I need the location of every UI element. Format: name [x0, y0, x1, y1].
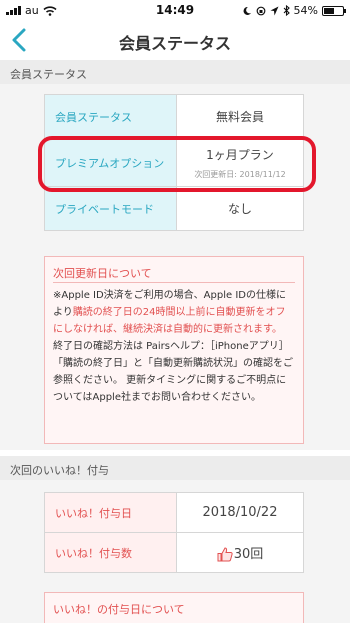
orientation-lock-icon [256, 6, 265, 15]
table-row: 会員ステータス 無料会員 [44, 94, 304, 139]
location-icon [270, 6, 279, 15]
notice-body: ※Apple ID決済をご利用の場合、Apple IDの仕様により購読の終了日の… [53, 287, 295, 406]
row-label: いいね！付与数 [44, 532, 177, 573]
section-header-next-like-grant: 次回のいいね！付与 [0, 456, 350, 480]
moon-icon [243, 6, 251, 15]
renewal-notice-box: 次回更新日について ※Apple ID決済をご利用の場合、Apple IDの仕様… [44, 256, 304, 444]
battery-percent: 54% [293, 4, 318, 17]
row-label: プライベートモード [44, 186, 177, 231]
like-count-value: 30回 [176, 532, 304, 573]
table-row: プライベートモード なし [44, 186, 304, 231]
like-grant-table: いいね！付与日 2018/10/22 いいね！付与数 30回 [44, 492, 304, 573]
row-value: 無料会員 [176, 94, 304, 139]
table-row: いいね！付与数 30回 [44, 532, 304, 573]
page-title: 会員ステータス [118, 34, 231, 53]
status-bar: au 14:49 54% [0, 0, 350, 20]
like-count: 30回 [233, 547, 264, 562]
notice-title: いいね！の付与日について [53, 603, 185, 616]
thumbs-up-icon [217, 547, 233, 562]
row-label: 会員ステータス [44, 94, 177, 139]
like-grant-notice-box: いいね！の付与日について [44, 592, 304, 623]
bluetooth-icon [283, 5, 290, 16]
section-header-member-status: 会員ステータス [0, 60, 350, 84]
row-value: 2018/10/22 [176, 492, 304, 533]
notice-text: 終了日の確認方法は Pairsヘルプ：［iPhoneアプリ］「購読の終了日」と「… [53, 341, 293, 403]
highlight-annotation [38, 136, 316, 192]
notice-warning-text: 購読の終了日の24時間以上前に自動更新をオフにしなければ、継続決済は自動的に更新… [53, 307, 286, 335]
notice-divider [53, 282, 295, 283]
notice-title: 次回更新日について [53, 267, 152, 280]
battery-icon [322, 5, 346, 16]
table-row: いいね！付与日 2018/10/22 [44, 492, 304, 533]
row-label: いいね！付与日 [44, 492, 177, 533]
row-value: なし [176, 186, 304, 231]
navigation-bar: 会員ステータス [0, 20, 350, 60]
